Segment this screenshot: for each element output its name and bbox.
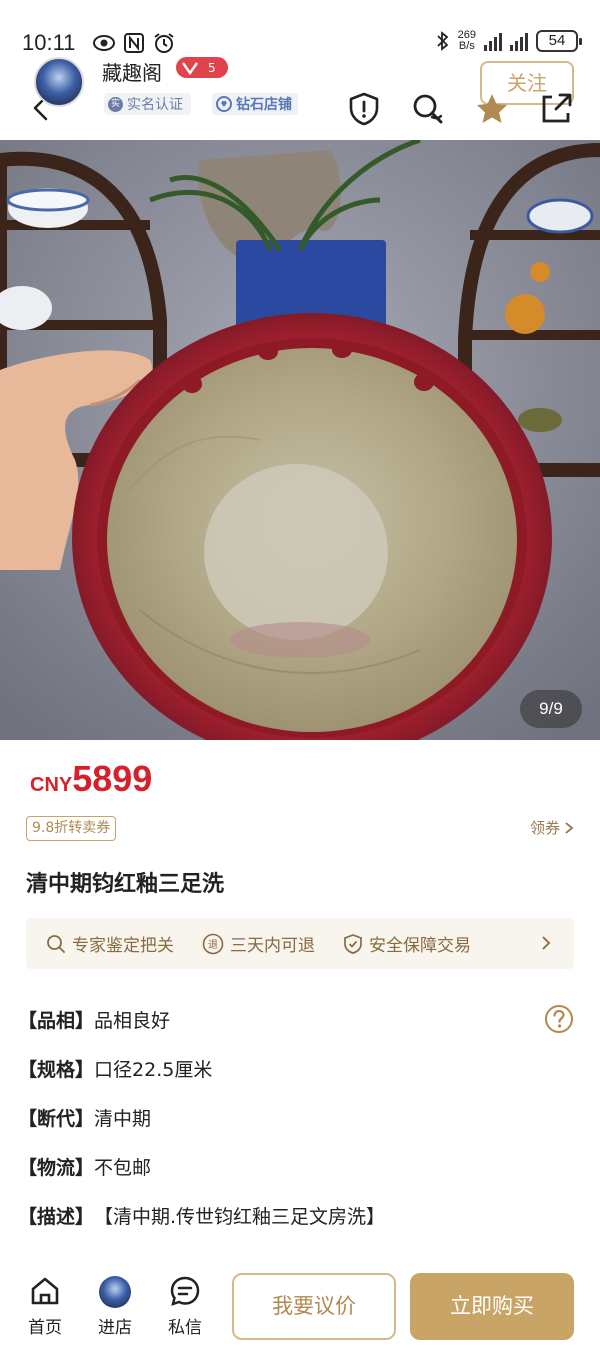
price-value: 5899 [72,758,153,799]
attribute-key: 【物流】 [18,1157,95,1179]
nav-message[interactable]: 私信 [160,1274,210,1338]
real-name-cert-badge: 实 实名认证 [104,93,191,115]
nav-home[interactable]: 首页 [20,1274,70,1338]
v-level-icon [182,61,198,75]
search-icon[interactable] [410,91,446,127]
favorite-star-icon[interactable] [474,91,510,127]
nav-home-label: 首页 [28,1318,62,1338]
shop-avatar[interactable] [34,57,84,107]
cert-icon: 实 [108,96,123,112]
share-icon[interactable] [538,91,574,127]
chevron-right-icon [565,821,574,834]
attribute-description: 【描述】 【清中期.传世钧红釉三足文房洗】 [18,1202,578,1229]
shop-level-value: 5 [208,60,216,75]
shop-name[interactable]: 藏趣阁 [102,57,162,86]
attribute-key: 【规格】 [18,1059,95,1081]
attribute-value: 不包邮 [94,1157,152,1179]
return-glyph: 退 [208,939,218,951]
status-bar: 10:11 269 B/s 54 [0,0,600,60]
cert-label: 实名认证 [127,97,183,113]
diamond-shop-badge: 钻石店铺 [212,93,298,115]
product-title: 清中期钧红釉三足洗 [26,872,225,897]
shield-check-icon [344,933,362,954]
alarm-icon [154,33,174,53]
buy-now-button[interactable]: 立即购买 [410,1273,574,1340]
network-speed: 269 B/s [458,30,476,52]
signal-strength-icon [484,31,502,51]
get-coupon-link[interactable]: 领券 [530,817,574,838]
guarantee-label: 三天内可退 [230,936,315,956]
attribute-condition: 【品相】 品相良好 [18,1004,578,1034]
attribute-key: 【断代】 [18,1108,95,1130]
bargain-button[interactable]: 我要议价 [232,1273,396,1340]
service-guarantee-bar[interactable]: 专家鉴定把关 退 三天内可退 安全保障交易 [26,918,574,969]
signal-strength-icon-2 [510,31,528,51]
attribute-value: 品相良好 [94,1010,171,1032]
attribute-value: 口径22.5厘米 [94,1059,213,1081]
attribute-shipping: 【物流】 不包邮 [18,1153,578,1180]
bottom-action-bar: 首页 进店 私信 我要议价 立即购买 [0,1262,600,1361]
attribute-period: 【断代】 清中期 [18,1104,578,1131]
attribute-spec: 【规格】 口径22.5厘米 [18,1055,578,1082]
guarantee-expert-appraisal: 专家鉴定把关 [46,931,174,956]
attribute-value: 清中期 [94,1108,152,1130]
home-icon [31,1277,59,1305]
nfc-icon [124,33,144,53]
product-photo-gallery[interactable]: 9/9 [0,140,600,740]
eye-icon [93,35,115,51]
status-system-icons: 269 B/s 54 [436,30,582,52]
help-question-icon[interactable] [544,1004,574,1034]
shop-level-badge: 5 [176,57,228,78]
price: CNY 5899 [30,758,152,800]
nav-enter-shop[interactable]: 进店 [90,1274,140,1338]
guarantee-secure-trade: 安全保障交易 [343,931,471,956]
get-coupon-label: 领券 [529,819,560,837]
coupon-tag: 9.8折转卖券 [26,816,117,841]
attribute-key: 【描述】 [18,1206,95,1228]
chat-icon [170,1276,200,1306]
shop-avatar-icon [99,1276,131,1308]
return-icon: 退 [202,933,224,954]
guarantee-label: 安全保障交易 [369,936,471,956]
search-icon [47,934,65,953]
status-time: 10:11 [22,30,76,55]
guarantee-three-day-return: 退 三天内可退 [202,931,315,956]
diamond-label: 钻石店铺 [236,97,292,113]
gallery-page-indicator: 9/9 [520,690,582,728]
shop-header: 藏趣阁 5 实 实名认证 钻石店铺 关注 [0,55,600,140]
price-currency: CNY [30,774,73,796]
report-shield-icon[interactable] [346,91,382,127]
battery-icon: 54 [536,30,582,52]
network-speed-unit: B/s [458,40,475,52]
attribute-value: 【清中期.传世钧红釉三足文房洗】 [94,1206,386,1228]
status-notification-icons [92,32,176,54]
diamond-icon [216,96,232,112]
nav-shop-label: 进店 [98,1318,132,1338]
product-attributes: 【品相】 品相良好 【规格】 口径22.5厘米 【断代】 清中期 【物流】 不包… [18,1004,578,1251]
attribute-key: 【品相】 [18,1010,95,1032]
product-photo [0,140,600,740]
bluetooth-icon [437,31,448,51]
guarantee-label: 专家鉴定把关 [72,936,174,956]
nav-message-label: 私信 [168,1318,202,1338]
chevron-right-icon [542,936,551,950]
